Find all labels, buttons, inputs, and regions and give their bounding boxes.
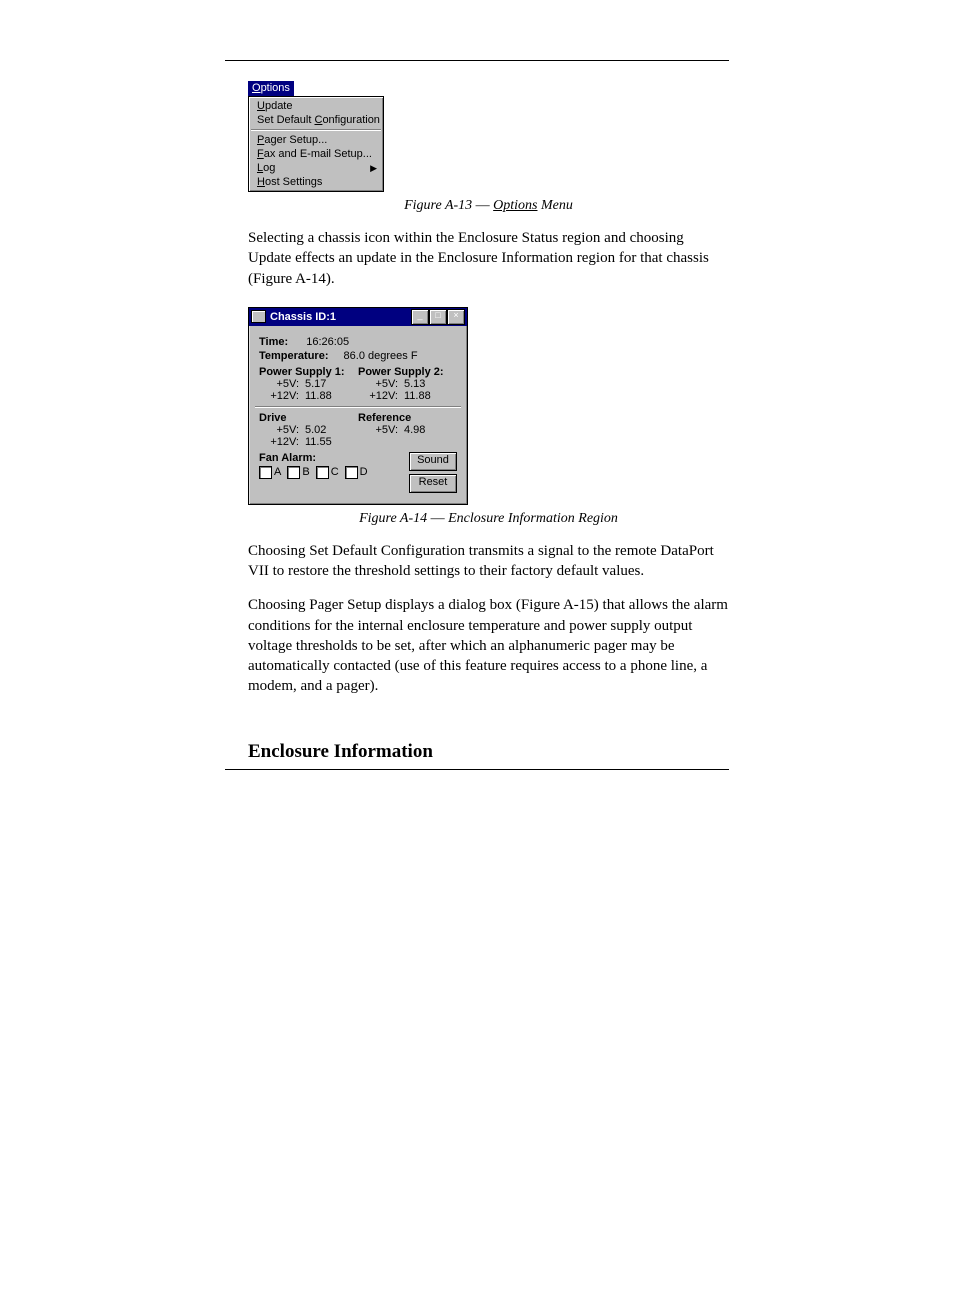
menu-item-pager-setup[interactable]: Pager Setup... (249, 133, 383, 147)
menu-item-update[interactable]: Update (249, 99, 383, 113)
fan-alarm-label: Fan Alarm: (259, 452, 368, 464)
fan-check-b[interactable]: B (287, 466, 309, 479)
fan-check-a[interactable]: A (259, 466, 281, 479)
menu-item-log[interactable]: Log▶ (249, 161, 383, 175)
menu-item-set-default-config[interactable]: Set Default Configuration (249, 113, 383, 127)
section-heading-enclosure-info: Enclosure Information (248, 741, 729, 763)
menu-item-host-settings[interactable]: Host Settings (249, 175, 383, 189)
time-label: Time: (259, 336, 288, 348)
paragraph-set-default: Choosing Set Default Configuration trans… (248, 541, 729, 582)
ps1-label: Power Supply 1: (259, 366, 358, 378)
time-value: 16:26:05 (306, 336, 349, 348)
figure-a14-caption: Figure A-14 — Enclosure Information Regi… (248, 511, 729, 527)
close-button[interactable]: × (447, 309, 465, 325)
fan-check-d[interactable]: D (345, 466, 368, 479)
drive-label: Drive (259, 412, 358, 424)
ps1-5v-value: 5.17 (305, 378, 345, 390)
options-menu-title[interactable]: Options (248, 81, 294, 96)
window-title: Chassis ID:1 (270, 311, 336, 323)
reset-button[interactable]: Reset (409, 474, 457, 493)
options-menu-figure: Options Update Set Default Configuration… (248, 81, 384, 192)
chassis-window: Chassis ID:1 _ □ × Time: 16:26:05 Temper… (248, 307, 468, 505)
options-dropdown: Update Set Default Configuration Pager S… (248, 96, 384, 192)
menu-separator (251, 129, 381, 131)
drive-5v-value: 5.02 (305, 424, 345, 436)
reference-5v-value: 4.98 (404, 424, 444, 436)
sound-button[interactable]: Sound (409, 452, 457, 471)
ps2-5v-value: 5.13 (404, 378, 444, 390)
system-menu-icon[interactable] (251, 310, 266, 323)
ps2-label: Power Supply 2: (358, 366, 457, 378)
figure-a13-caption: Figure A-13 — Options Menu (248, 198, 729, 214)
submenu-arrow-icon: ▶ (370, 163, 377, 174)
ps2-12v-value: 11.88 (404, 390, 444, 402)
ps1-12v-value: 11.88 (305, 390, 345, 402)
menu-item-fax-email-setup[interactable]: Fax and E-mail Setup... (249, 147, 383, 161)
paragraph-update-description: Selecting a chassis icon within the Encl… (248, 228, 729, 289)
temperature-value: 86.0 degrees F (344, 350, 418, 362)
maximize-button[interactable]: □ (429, 309, 447, 325)
minimize-button[interactable]: _ (411, 309, 429, 325)
chassis-titlebar: Chassis ID:1 _ □ × (249, 308, 467, 326)
drive-12v-value: 11.55 (305, 436, 345, 448)
fan-check-c[interactable]: C (316, 466, 339, 479)
reference-label: Reference (358, 412, 457, 424)
temperature-label: Temperature: (259, 350, 328, 362)
paragraph-pager-setup: Choosing Pager Setup displays a dialog b… (248, 595, 729, 696)
